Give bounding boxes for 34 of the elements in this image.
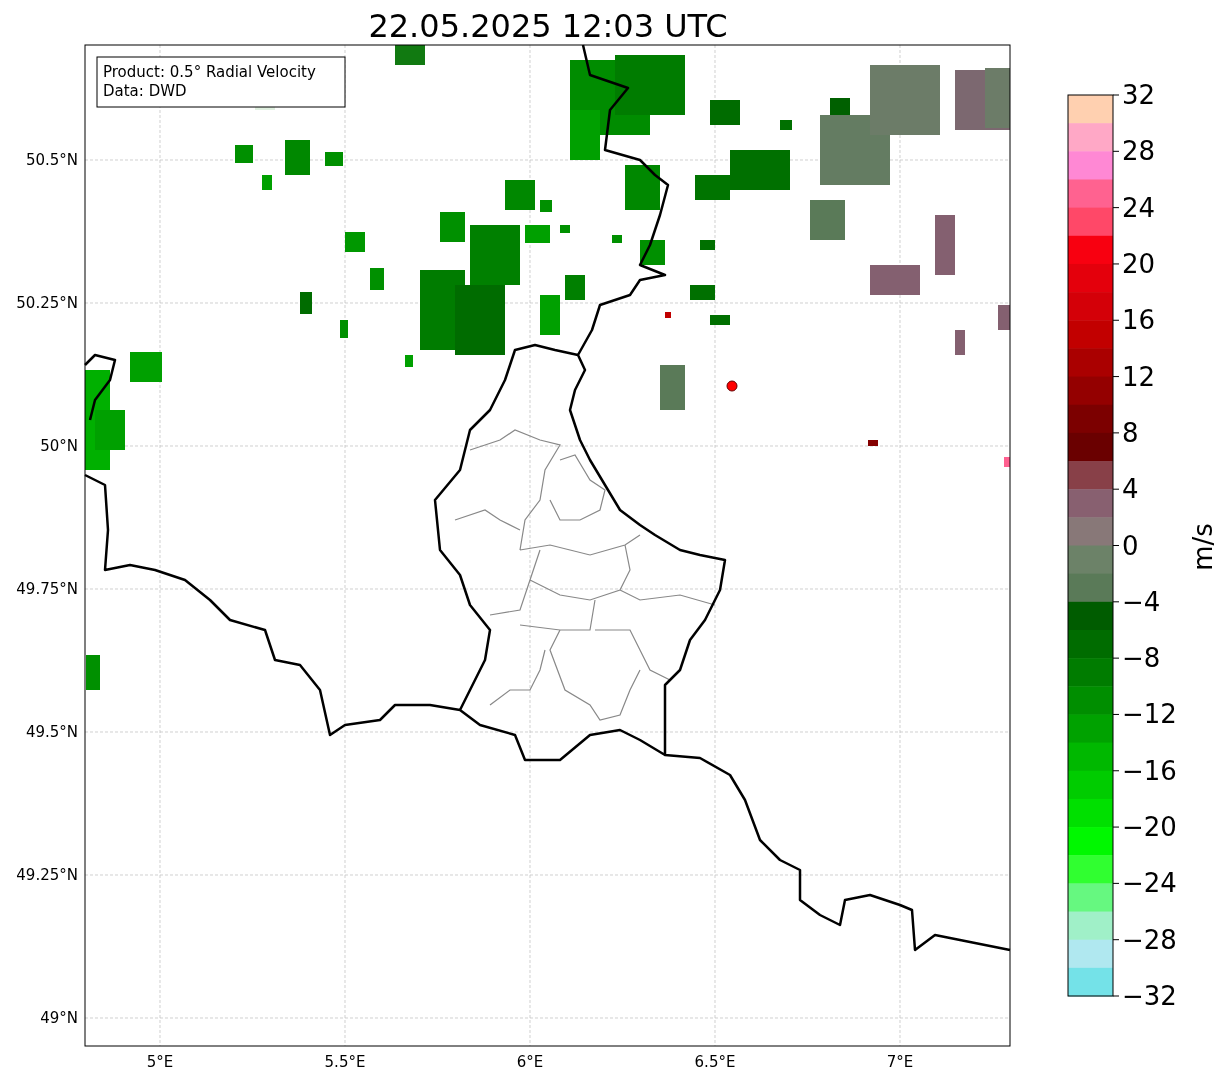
latitude-tick-label: 50°N: [40, 437, 78, 455]
colorbar-tick-label: −12: [1122, 699, 1177, 730]
colorbar-tick-label: 4: [1122, 474, 1139, 505]
colorbar-tick-label: 16: [1122, 305, 1156, 336]
colorbar-label: m/s: [1188, 523, 1218, 571]
colorbar-tick-label: −8: [1122, 643, 1161, 674]
chart-title: 22.05.2025 12:03 UTC: [368, 7, 728, 45]
latitude-tick-label: 49°N: [40, 1009, 78, 1027]
latitude-tick-label: 50.25°N: [16, 294, 78, 312]
colorbar-tick-label: 8: [1122, 417, 1139, 448]
latitude-tick-label: 49.25°N: [16, 866, 78, 884]
longitude-tick-label: 6.5°E: [694, 1053, 736, 1071]
radar-site-marker: [726, 380, 738, 392]
longitude-tick-label: 7°E: [886, 1053, 914, 1071]
latitude-tick-label: 50.5°N: [25, 151, 78, 169]
colorbar-tick-label: 24: [1122, 192, 1156, 223]
longitude-tick-label: 6°E: [516, 1053, 544, 1071]
colorbar-tick-label: −20: [1122, 812, 1177, 843]
colorbar-tick-label: 32: [1122, 80, 1156, 110]
colorbar-tick-label: −4: [1122, 586, 1161, 617]
colorbar-tick-label: −16: [1122, 755, 1177, 786]
colorbar-tick-label: 12: [1122, 361, 1156, 392]
colorbar-tick-label: −32: [1122, 981, 1177, 1011]
legend-text: Data: DWD: [103, 82, 187, 100]
colorbar-tick-label: −28: [1122, 924, 1177, 955]
legend-text: Product: 0.5° Radial Velocity: [103, 63, 316, 81]
colorbar-tick-label: 0: [1122, 530, 1139, 561]
latitude-tick-label: 49.5°N: [25, 723, 78, 741]
longitude-tick-label: 5.5°E: [324, 1053, 366, 1071]
latitude-tick-label: 49.75°N: [16, 580, 78, 598]
longitude-tick-label: 5°E: [146, 1053, 174, 1071]
colorbar-tick-label: 28: [1122, 136, 1156, 167]
colorbar-tick-label: −24: [1122, 868, 1177, 899]
colorbar-tick-label: 20: [1122, 248, 1156, 279]
